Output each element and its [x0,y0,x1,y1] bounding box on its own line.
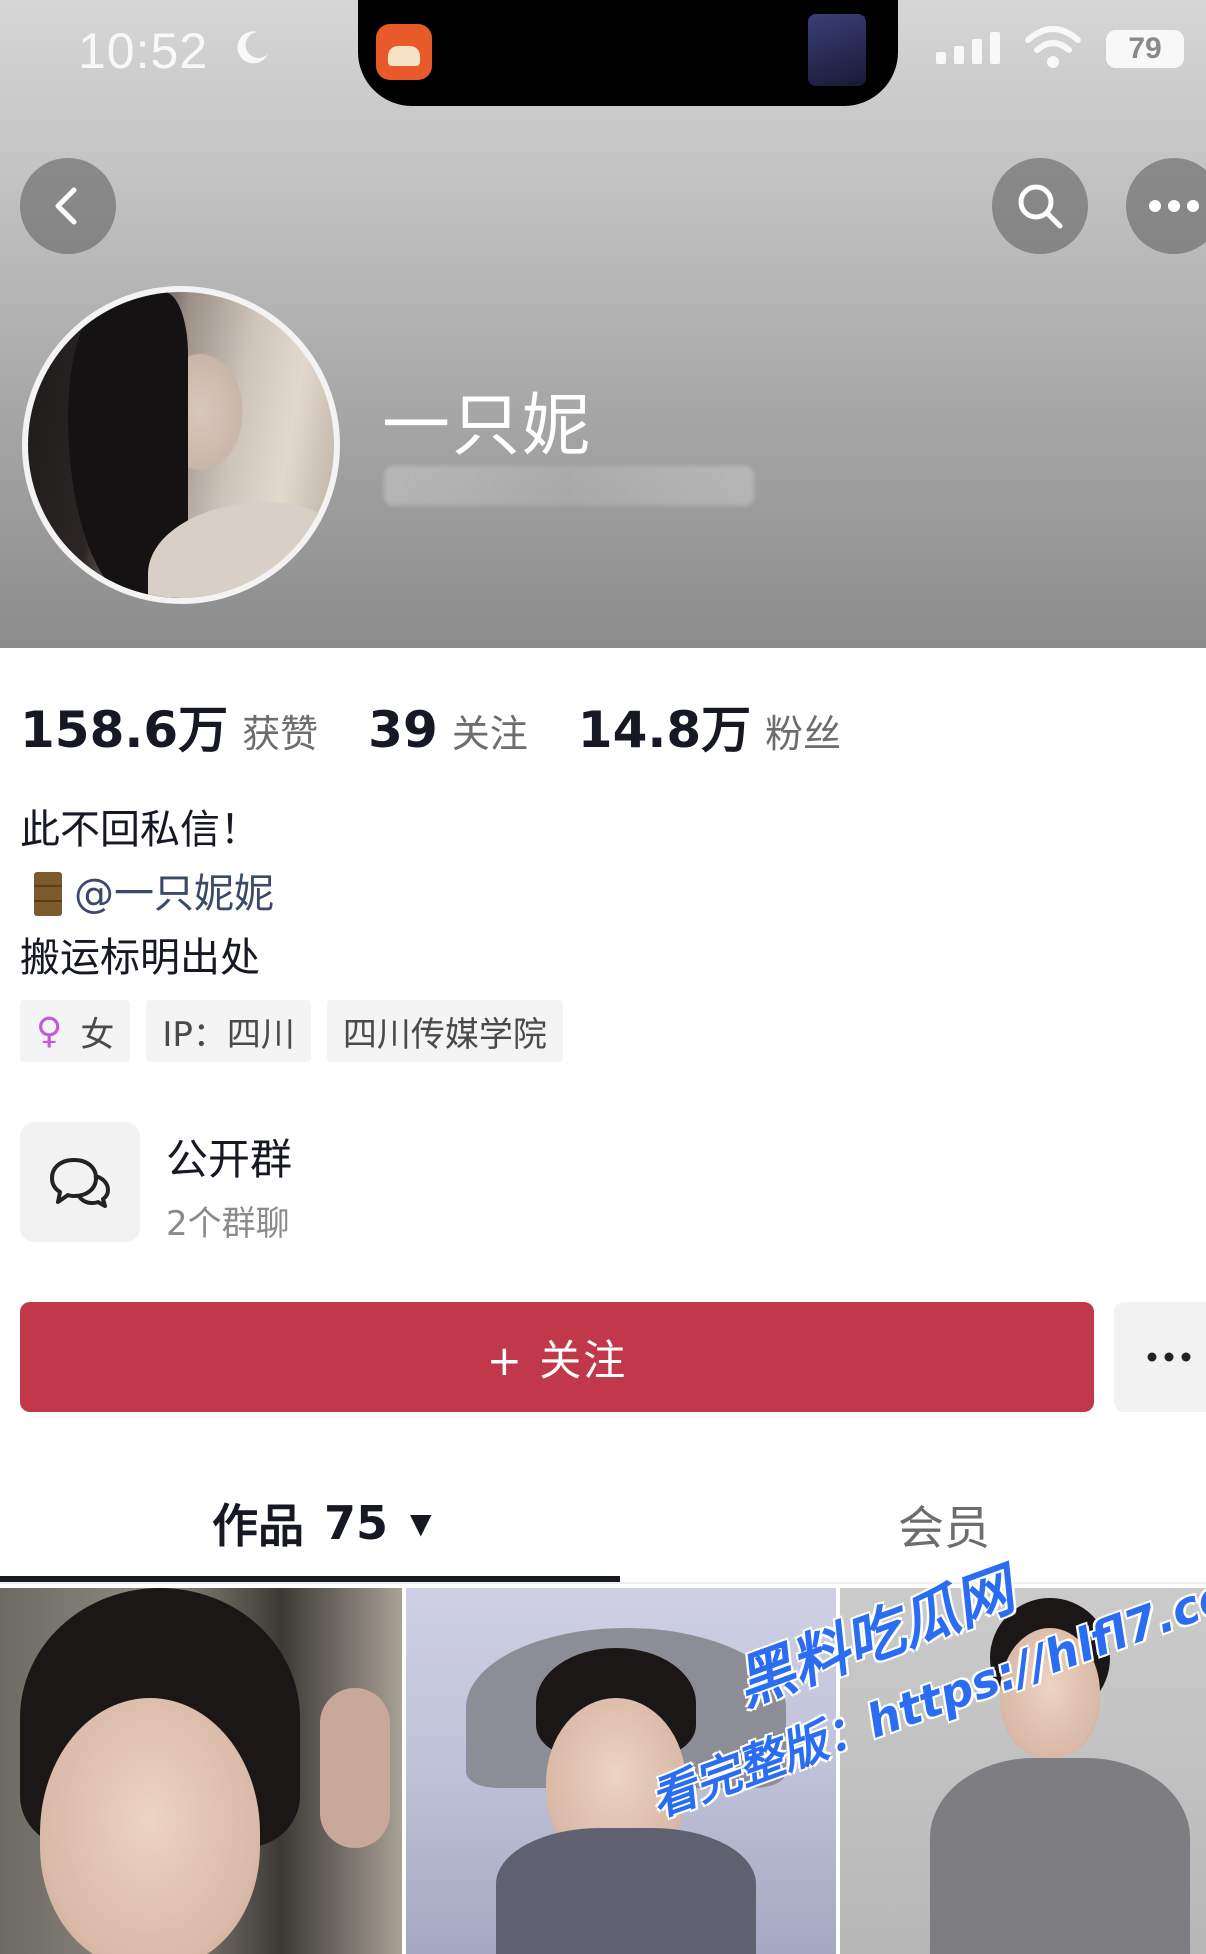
followers-count[interactable]: 14.8万 [578,690,751,762]
likes-count: 158.6万 [20,701,229,759]
following-count[interactable]: 39 [368,701,438,759]
gender-label: 女 [80,1014,115,1055]
book-icon [34,872,62,916]
followers-label[interactable]: 粉丝 [765,703,841,758]
caret-down-icon: ▼ [410,1506,432,1540]
female-icon: ♀ [36,1010,63,1052]
bio: 此不回私信！ @一只妮妮 搬运标明出处 [20,798,274,990]
bio-mention-line: @一只妮妮 [20,862,274,926]
group-chat-button[interactable] [20,1122,140,1242]
thumbnail-hand [320,1688,390,1848]
media-artwork [808,14,866,86]
moon-icon [237,31,268,64]
gender-tag: ♀ 女 [20,1000,131,1062]
tab-divider [0,1582,1206,1584]
back-icon [55,187,77,225]
group-subtitle: 2个群聊 [166,1204,290,1244]
follow-button[interactable]: + 关注 [20,1302,1094,1412]
battery-indicator: 79 [1106,30,1184,68]
video-thumbnail[interactable] [0,1588,402,1954]
likes-label: 获赞 [242,712,319,756]
bio-line: 此不回私信！ [20,807,260,853]
wifi-icon [1025,26,1081,68]
status-time: 10:52 [78,23,209,79]
more-icon [1149,200,1199,212]
school-label: 四川传媒学院 [342,1014,547,1055]
mention-link[interactable]: @一只妮妮 [74,862,274,926]
ip-label: IP：四川 [162,1014,295,1055]
tab-works-count: 75 [324,1496,389,1550]
following-label[interactable]: 关注 [452,703,528,758]
tab-works[interactable]: 作品 75 ▼ [212,1490,432,1556]
ip-tag: IP：四川 [146,1000,311,1062]
app-activity-icon [376,24,432,80]
search-icon [1018,184,1063,229]
profile-tags: ♀ 女 IP：四川 四川传媒学院 [20,1000,579,1062]
profile-id-redacted [384,466,754,506]
follow-more-button[interactable] [1114,1302,1206,1412]
profile-name: 一只妮 [382,387,593,466]
more-icon [1147,1352,1191,1362]
thumbnail-face [40,1698,260,1954]
school-tag[interactable]: 四川传媒学院 [326,1000,563,1062]
tab-works-label: 作品 [212,1499,304,1553]
bio-line: 搬运标明出处 [20,935,260,981]
signal-icon [936,32,1000,64]
avatar[interactable] [22,286,340,604]
chat-bubbles-icon [50,1158,110,1208]
tab-member[interactable]: 会员 [898,1492,990,1558]
back-button[interactable] [20,158,116,254]
search-button[interactable] [992,158,1088,254]
profile-stats: 158.6万 获赞 39 关注 14.8万 粉丝 [20,690,891,762]
group-title[interactable]: 公开群 [166,1126,292,1187]
